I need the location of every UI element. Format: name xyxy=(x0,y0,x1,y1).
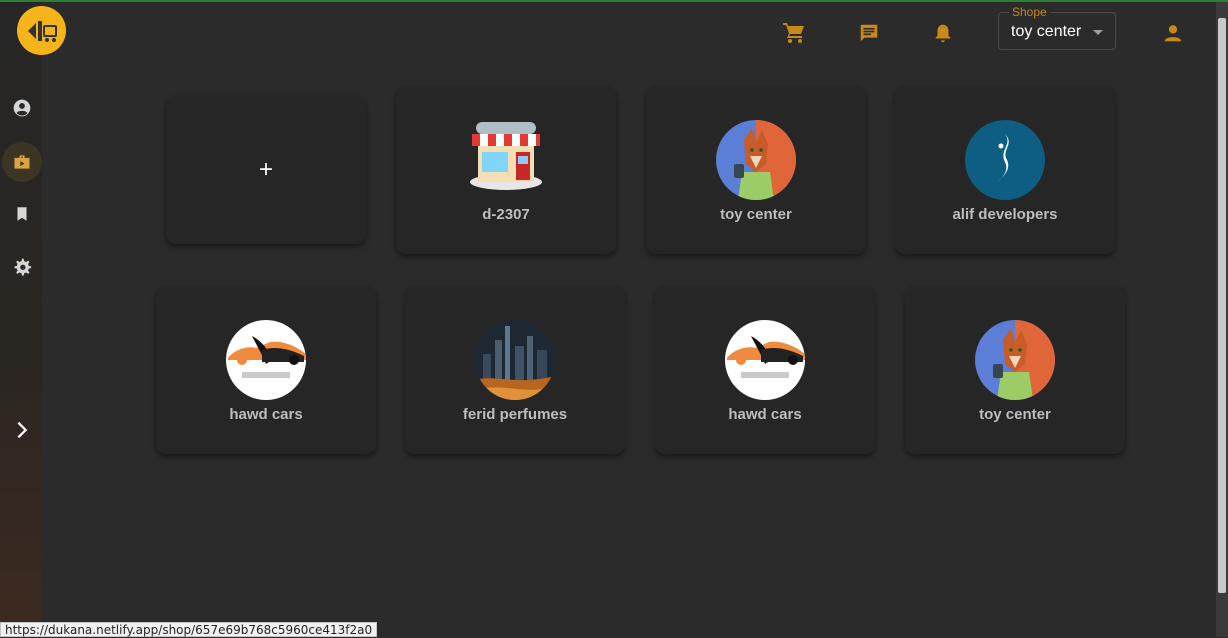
shop-card[interactable]: hawd cars xyxy=(156,286,376,454)
shop-avatar xyxy=(226,320,306,400)
top-border xyxy=(0,0,1228,2)
account-button[interactable] xyxy=(1160,20,1186,46)
shop-name: toy center xyxy=(720,206,792,223)
store-icon xyxy=(14,155,30,169)
car-logo-icon xyxy=(725,320,805,400)
shop-select[interactable]: Shope toy center xyxy=(998,5,1116,50)
shop-card[interactable]: ferid perfumes xyxy=(405,286,625,454)
logo-mark-icon xyxy=(27,20,57,42)
plus-icon: + xyxy=(258,156,274,183)
storefront-icon xyxy=(470,122,542,190)
fox-avatar-icon xyxy=(716,120,796,200)
scrollbar-thumb[interactable] xyxy=(1218,18,1226,593)
bookmark-icon xyxy=(17,207,27,221)
notifications-button[interactable] xyxy=(930,20,956,46)
sidebar-item-settings[interactable] xyxy=(0,247,44,287)
shop-name: hawd cars xyxy=(728,406,802,423)
shop-avatar xyxy=(725,320,805,400)
person-icon xyxy=(1164,25,1182,42)
sidebar-item-profile[interactable] xyxy=(0,88,44,128)
shop-avatar xyxy=(475,320,555,400)
sidebar-expand-button[interactable] xyxy=(0,410,44,450)
car-logo-icon xyxy=(226,320,306,400)
messages-button[interactable] xyxy=(856,20,882,46)
shop-avatar xyxy=(716,120,796,200)
shop-name: hawd cars xyxy=(229,406,303,423)
cart-button[interactable] xyxy=(781,20,807,46)
city-night-avatar-icon xyxy=(475,320,555,400)
add-shop-card[interactable]: + xyxy=(166,96,366,244)
chevron-right-icon xyxy=(17,421,28,439)
shop-name: d-2307 xyxy=(482,206,530,223)
shop-card[interactable]: d-2307 xyxy=(396,86,616,254)
shop-select-label: Shope xyxy=(1009,5,1050,19)
cart-icon xyxy=(783,23,804,43)
settings-icon xyxy=(14,258,32,276)
shop-card[interactable]: toy center xyxy=(905,286,1125,454)
alif-logo-icon xyxy=(965,120,1045,200)
shop-name: ferid perfumes xyxy=(462,406,568,423)
shop-card[interactable]: toy center xyxy=(646,86,866,254)
bell-icon xyxy=(935,24,951,43)
shop-avatar xyxy=(468,120,544,200)
sidebar-item-shops[interactable] xyxy=(2,142,42,182)
browser-status-url: https://dukana.netlify.app/shop/657e69b7… xyxy=(0,622,378,637)
shop-card[interactable]: alif developers xyxy=(895,86,1115,254)
shop-avatar xyxy=(975,320,1055,400)
shop-card[interactable]: hawd cars xyxy=(655,286,875,454)
shop-avatar xyxy=(965,120,1045,200)
sidebar-item-bookmarks[interactable] xyxy=(0,194,44,234)
logo[interactable] xyxy=(17,6,66,55)
chevron-down-icon xyxy=(1093,30,1103,35)
shop-name: alif developers xyxy=(952,206,1058,223)
shop-select-value: toy center xyxy=(1011,23,1082,40)
fox-avatar-icon xyxy=(975,320,1055,400)
shop-name: toy center xyxy=(979,406,1051,423)
account-circle-icon xyxy=(13,99,31,117)
chat-icon xyxy=(860,24,878,42)
